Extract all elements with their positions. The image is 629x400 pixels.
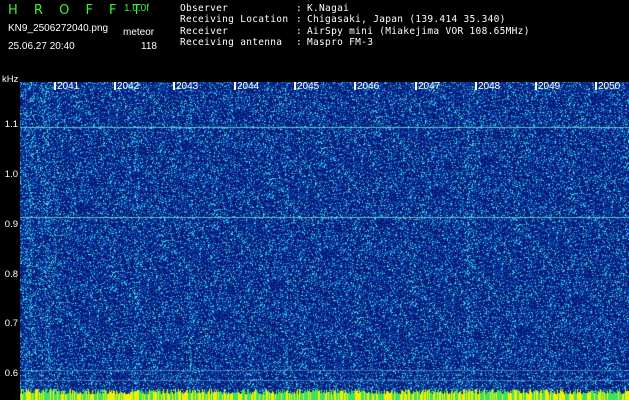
info-antenna-value: Maspro FM-3 <box>307 37 374 48</box>
info-location-value: Chigasaki, Japan (139.414 35.340) <box>307 14 506 25</box>
waterfall-canvas <box>20 82 629 400</box>
info-location-sep: : <box>296 14 303 25</box>
meteor-label: meteor <box>123 27 155 38</box>
info-receiver-sep: : <box>296 26 303 37</box>
waterfall-spectrogram: 2041 2042 2043 2044 2045 2046 2047 2048 2049 2050 <box>20 82 629 400</box>
info-receiver-value: AirSpy mini (Miakejima VOR 108.65MHz) <box>307 26 530 37</box>
freq-tick-0-8: 0.8 <box>4 269 18 280</box>
app-version: 1.0.0f <box>124 3 150 14</box>
freq-tick-1-1: 1.1 <box>4 119 18 130</box>
info-antenna-sep: : <box>296 37 303 48</box>
time-tick-2048: 2048 <box>474 82 501 92</box>
time-tick-2041: 2041 <box>53 82 80 92</box>
meteor-count: 118 <box>141 41 157 52</box>
freq-tick-0-6: 0.6 <box>4 368 18 379</box>
info-antenna-label: Receiving antenna <box>180 37 283 48</box>
y-axis-unit: kHz <box>2 74 19 85</box>
time-tick-2050: 2050 <box>594 82 621 92</box>
freq-tick-0-7: 0.7 <box>4 318 18 329</box>
header-panel: H R O F F T 1.0.0f KN9_2506272040.png 25… <box>0 0 629 85</box>
capture-timestamp: 25.06.27 20:40 <box>8 41 75 52</box>
freq-tick-1-0: 1.0 <box>4 169 18 180</box>
info-receiver-label: Receiver <box>180 26 229 37</box>
info-observer-sep: : <box>296 3 303 14</box>
freq-tick-0-9: 0.9 <box>4 219 18 230</box>
info-observer-value: K.Nagai <box>307 3 350 14</box>
time-tick-2046: 2046 <box>353 82 380 92</box>
time-tick-2045: 2045 <box>293 82 320 92</box>
file-name: KN9_2506272040.png <box>8 23 109 34</box>
info-location-label: Receiving Location <box>180 14 289 25</box>
time-tick-2044: 2044 <box>233 82 260 92</box>
time-tick-2047: 2047 <box>414 82 441 92</box>
time-tick-2049: 2049 <box>534 82 561 92</box>
info-observer-label: Observer <box>180 3 229 14</box>
time-tick-2042: 2042 <box>113 82 140 92</box>
time-tick-2043: 2043 <box>172 82 199 92</box>
